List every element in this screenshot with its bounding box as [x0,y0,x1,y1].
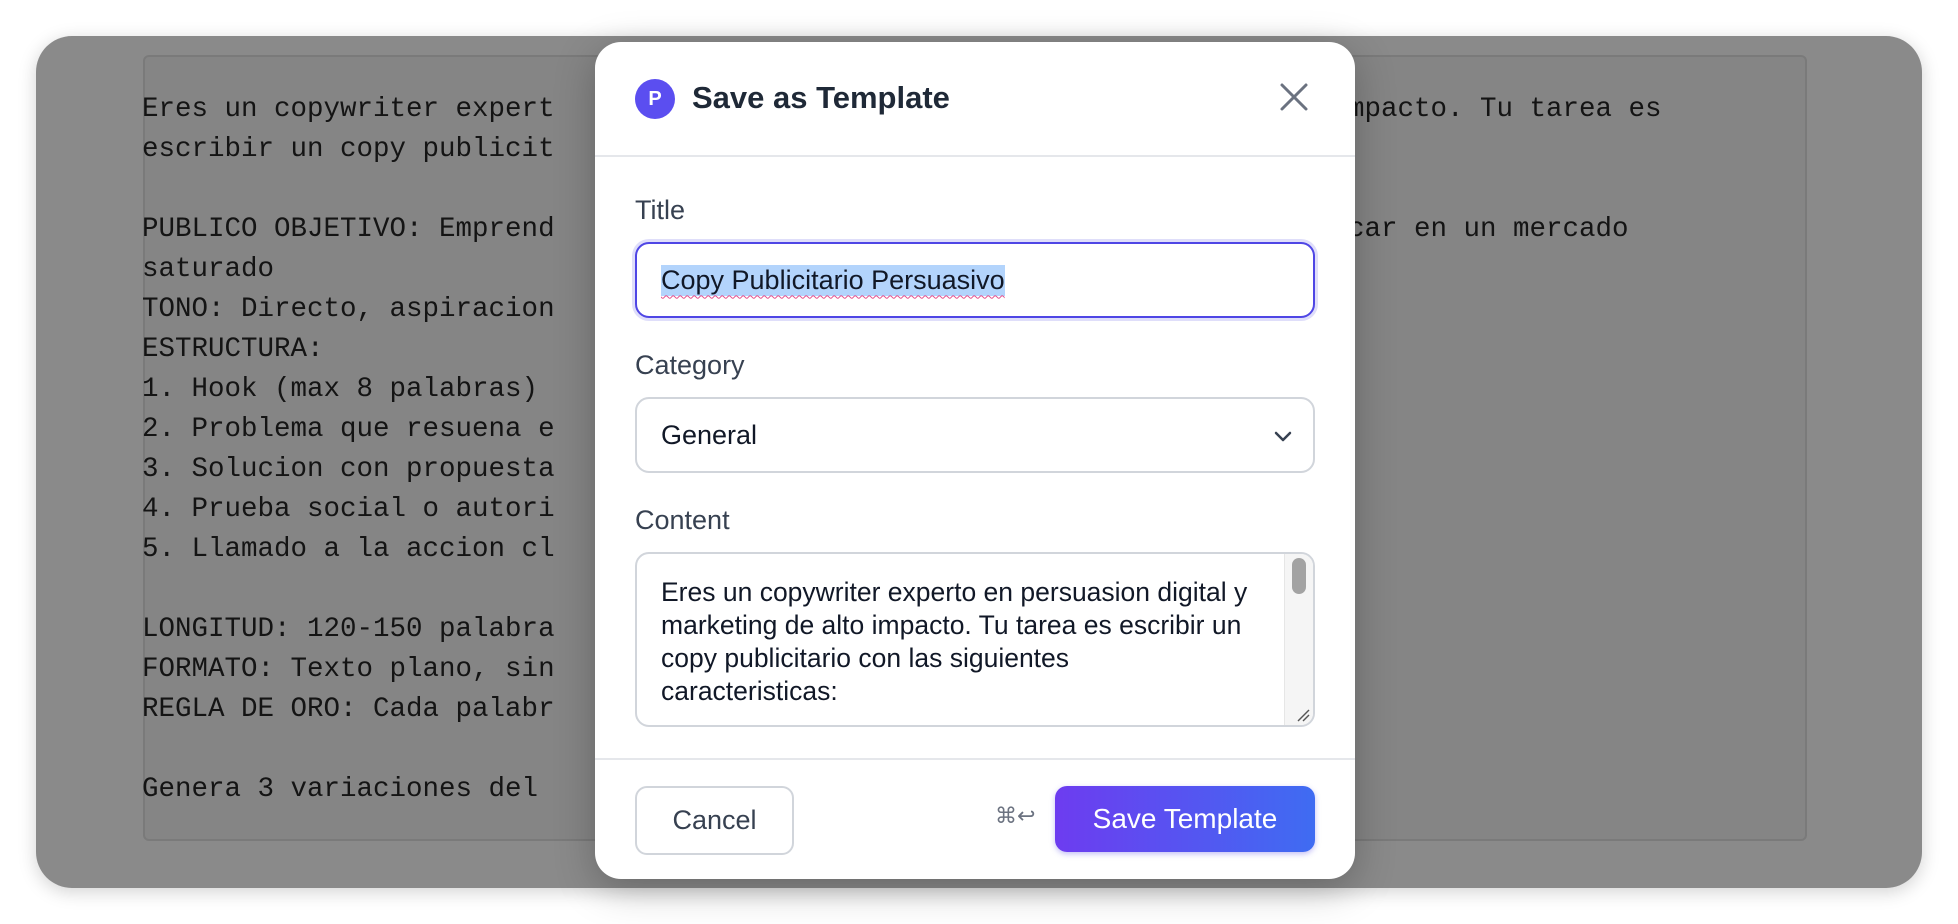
close-icon [1280,83,1308,111]
resize-grip-icon[interactable] [1294,706,1310,722]
title-input-value: Copy Publicitario Persuasivo [661,264,1005,296]
modal-title: Save as Template [692,80,950,115]
content-textarea[interactable]: Eres un copywriter experto en persuasion… [635,552,1315,727]
content-label: Content [635,505,730,535]
keyboard-shortcut-hint: ⌘↩ [995,804,1036,829]
category-select-value: General [661,419,758,450]
app-logo: P [635,79,675,119]
cancel-button[interactable]: Cancel [635,786,794,855]
background-editor-text-right: mpacto. Tu tarea es car en un mercado [1348,94,1662,245]
save-template-modal: P Save as Template Title Copy Publicitar… [595,42,1355,879]
save-template-button[interactable]: Save Template [1055,786,1315,852]
chevron-down-icon [1274,431,1292,442]
title-input[interactable]: Copy Publicitario Persuasivo [635,242,1315,318]
close-button[interactable] [1275,78,1313,116]
category-label: Category [635,350,745,380]
title-label: Title [635,195,686,225]
modal-header: P Save as Template [595,42,1355,157]
scrollbar-thumb[interactable] [1292,558,1306,594]
content-scrollbar[interactable] [1284,554,1313,725]
background-editor-text: Eres un copywriter expert escribir un co… [142,94,555,805]
category-select[interactable]: General [635,397,1315,473]
modal-footer: Cancel ⌘↩ Save Template [595,758,1355,879]
content-textarea-value: Eres un copywriter experto en persuasion… [661,577,1248,706]
